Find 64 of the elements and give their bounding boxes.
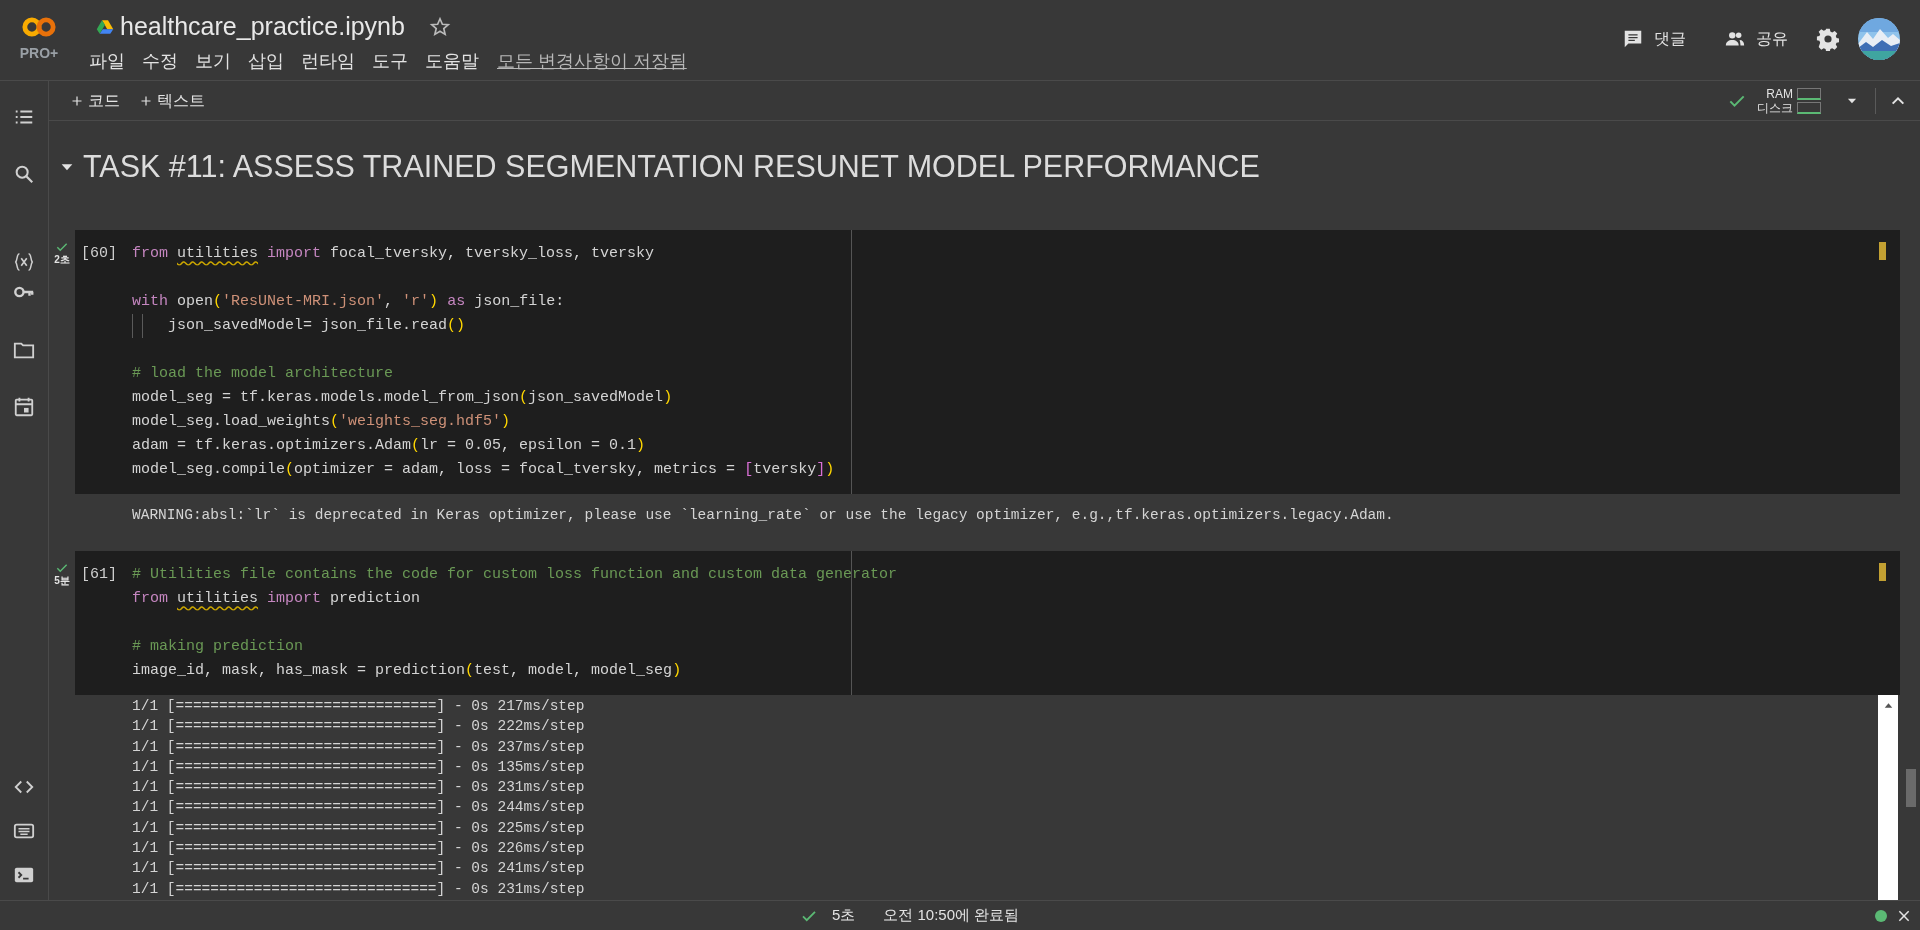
code-line: model_seg.compile(optimizer = adam, loss = focal_tversky, metrics = [tversky]) [132, 460, 835, 480]
plus-icon [71, 94, 83, 107]
code-line: model_seg = tf.keras.models.model_from_json(json_savedModel) [132, 388, 673, 408]
menu-item[interactable]: 도움말 [424, 47, 480, 75]
output-text: WARNING:absl:`lr` is deprecated in Keras optimizer, please use `learning_rate` or use the legacy optimizer, e.g.,tf.keras.optimizers.legacy.Adam. [132, 506, 1395, 525]
menu-item[interactable]: 수정 [141, 47, 179, 75]
star-icon[interactable] [428, 16, 451, 38]
search-icon[interactable] [13, 163, 35, 185]
menu-item[interactable]: 런타임 [300, 47, 356, 75]
menu-item[interactable]: 삽입 [247, 47, 285, 75]
output-line: 1/1 [==============================] - 0s 231ms/step [132, 879, 586, 899]
code-line: # load the model architecture [132, 364, 394, 384]
code-line: image_id, mask, has_mask = prediction(test, model, model_seg) [132, 661, 682, 681]
code-line: json_savedModel= json_file.read() [168, 316, 466, 336]
run-duration: 5분 [54, 575, 70, 586]
output-line: 1/1 [==============================] - 0s 244ms/step [132, 798, 586, 818]
menu-item[interactable]: 보기 [194, 47, 232, 75]
output-line: 1/1 [==============================] - 0s 135ms/step [132, 757, 586, 777]
code-line: from utilities import focal_tversky, tversky_loss, tversky [132, 244, 655, 264]
calendar-icon[interactable] [13, 396, 35, 418]
output-line: 1/1 [==============================] - 0s 217ms/step [132, 697, 586, 716]
output-line: 1/1 [==============================] - 0s 225ms/step [132, 818, 586, 838]
code-cell[interactable] [75, 230, 1900, 494]
code-cell[interactable] [75, 551, 1900, 695]
output-line: 1/1 [==============================] - 0s 226ms/step [132, 839, 586, 859]
cell-change-marker [1879, 242, 1886, 260]
share-button[interactable]: 공유 [1716, 21, 1796, 57]
settings-icon[interactable] [1816, 27, 1840, 51]
notebook-title[interactable]: healthcare_practice.ipynb [120, 8, 405, 46]
output-line: 1/1 [==============================] - 0s 237ms/step [132, 737, 586, 757]
add-cell-button[interactable]: 텍스트 [134, 84, 211, 117]
runtime-resources-button[interactable]: RAM 디스크 [1723, 83, 1825, 118]
code-line: from utilities import prediction [132, 589, 421, 609]
drive-icon [96, 18, 114, 36]
code-line: with open('ResUNet-MRI.json', 'r') as json_file: [132, 292, 565, 312]
status-message: 오전 10:50에 완료됨 [883, 905, 1020, 926]
output-line: 1/1 [==============================] - 0s 222ms/step [132, 717, 586, 737]
cell-change-marker [1879, 563, 1886, 581]
add-cell-button[interactable]: 코드 [65, 84, 126, 117]
disk-label: 디스크 [1757, 100, 1793, 115]
menu-item[interactable]: 파일 [88, 47, 126, 75]
output-scrollbar[interactable] [1878, 695, 1898, 900]
plus-icon [140, 94, 152, 107]
plan-label: PRO+ [19, 46, 59, 61]
run-duration: 2초 [54, 254, 70, 265]
code-line: model_seg.load_weights('weights_seg.hdf5') [132, 412, 511, 432]
comment-button[interactable]: 댓글 [1614, 21, 1694, 57]
section-heading: TASK #11: ASSESS TRAINED SEGMENTATION RESUNET MODEL PERFORMANCE [83, 148, 1260, 186]
code-line: # making prediction [132, 637, 304, 657]
close-icon[interactable] [1897, 908, 1911, 923]
menu-item[interactable]: 도구 [371, 47, 409, 75]
code-line: adam = tf.keras.optimizers.Adam(lr = 0.05, epsilon = 0.1) [132, 436, 646, 456]
ram-meter [1797, 87, 1821, 100]
variables-icon[interactable] [13, 251, 35, 273]
execution-count: [61] [80, 565, 118, 585]
ram-label: RAM [1766, 86, 1793, 101]
execution-count: [60] [80, 244, 118, 264]
output-line: 1/1 [==============================] - 0s 231ms/step [132, 778, 586, 798]
code-line: # Utilities file contains the code for custom loss function and custom data generator [132, 565, 898, 585]
disk-meter [1797, 101, 1821, 114]
save-status-link[interactable]: 모든 변경사항이 저장됨 [497, 47, 687, 75]
status-duration: 5초 [832, 905, 856, 926]
output-line: 1/1 [==============================] - 0s 241ms/step [132, 859, 586, 879]
scrollbar-thumb[interactable] [1906, 769, 1916, 807]
